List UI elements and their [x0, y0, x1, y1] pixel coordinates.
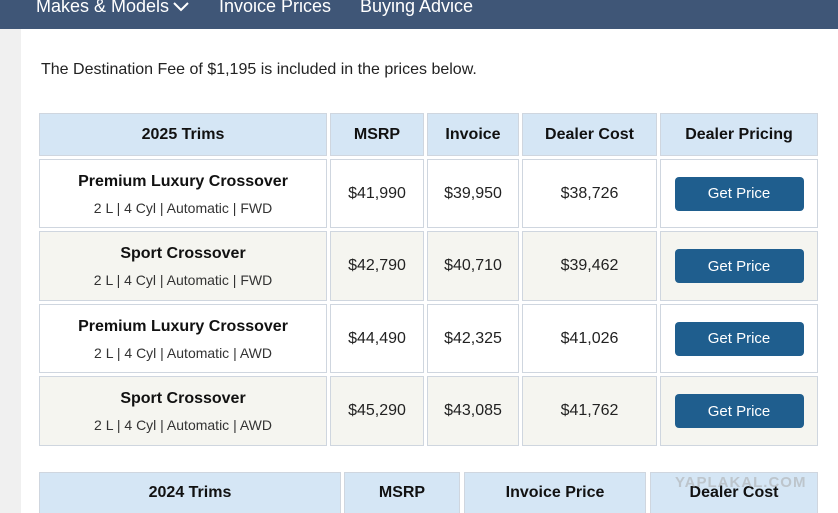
dealer-cost-value: $41,026 — [522, 304, 657, 373]
table-row-trim: Sport Crossover 2 L | 4 Cyl | Automatic … — [39, 231, 327, 301]
header-dealer-cost: Dealer Cost — [522, 113, 657, 156]
header-invoice: Invoice — [427, 113, 519, 156]
get-price-button[interactable]: Get Price — [674, 176, 804, 211]
nav-buying-advice[interactable]: Buying Advice — [360, 0, 473, 17]
invoice-value: $40,710 — [427, 231, 519, 301]
get-price-button[interactable]: Get Price — [674, 321, 804, 356]
invoice-value: $42,325 — [427, 304, 519, 373]
table-row-trim: Premium Luxury Crossover 2 L | 4 Cyl | A… — [39, 304, 327, 373]
header-invoice-price-2024: Invoice Price — [464, 472, 646, 513]
dealer-pricing-cell: Get Price — [660, 304, 818, 373]
dealer-cost-value: $41,762 — [522, 376, 657, 446]
nav-makes-models-label: Makes & Models — [36, 0, 170, 16]
dealer-pricing-cell: Get Price — [660, 376, 818, 446]
trim-spec: 2 L | 4 Cyl | Automatic | AWD — [94, 417, 272, 433]
nav-makes-models[interactable]: Makes & Models — [36, 0, 189, 17]
invoice-value: $43,085 — [427, 376, 519, 446]
watermark: YAPLAKAL.COM — [675, 474, 807, 491]
header-dealer-pricing: Dealer Pricing — [660, 113, 818, 156]
header-trims: 2025 Trims — [39, 113, 327, 156]
msrp-value: $45,290 — [330, 376, 424, 446]
invoice-value: $39,950 — [427, 159, 519, 228]
msrp-value: $42,790 — [330, 231, 424, 301]
header-msrp-2024: MSRP — [344, 472, 460, 513]
msrp-value: $41,990 — [330, 159, 424, 228]
table-row-trim: Premium Luxury Crossover 2 L | 4 Cyl | A… — [39, 159, 327, 228]
header-msrp: MSRP — [330, 113, 424, 156]
get-price-button[interactable]: Get Price — [674, 249, 804, 283]
dealer-pricing-cell: Get Price — [660, 231, 818, 301]
table-row-trim: Sport Crossover 2 L | 4 Cyl | Automatic … — [39, 376, 327, 446]
trim-spec: 2 L | 4 Cyl | Automatic | FWD — [93, 199, 273, 216]
get-price-button[interactable]: Get Price — [674, 394, 804, 428]
trim-spec: 2 L | 4 Cyl | Automatic | FWD — [93, 272, 273, 288]
chevron-down-icon — [173, 2, 189, 12]
destination-fee-note: The Destination Fee of $1,195 is include… — [41, 61, 477, 78]
dealer-cost-value: $39,462 — [522, 231, 657, 301]
dealer-cost-value: $38,726 — [522, 159, 657, 228]
nav-invoice-prices[interactable]: Invoice Prices — [219, 0, 331, 17]
trim-spec: 2 L | 4 Cyl | Automatic | AWD — [94, 344, 272, 361]
dealer-pricing-cell: Get Price — [660, 159, 818, 228]
trim-name: Premium Luxury Crossover — [78, 317, 288, 335]
trim-name: Sport Crossover — [120, 245, 246, 262]
trim-name: Premium Luxury Crossover — [78, 172, 288, 190]
top-navigation: Makes & Models Invoice Prices Buying Adv… — [0, 0, 838, 29]
trim-name: Sport Crossover — [120, 390, 246, 407]
header-trims-2024: 2024 Trims — [39, 472, 341, 513]
msrp-value: $44,490 — [330, 304, 424, 373]
